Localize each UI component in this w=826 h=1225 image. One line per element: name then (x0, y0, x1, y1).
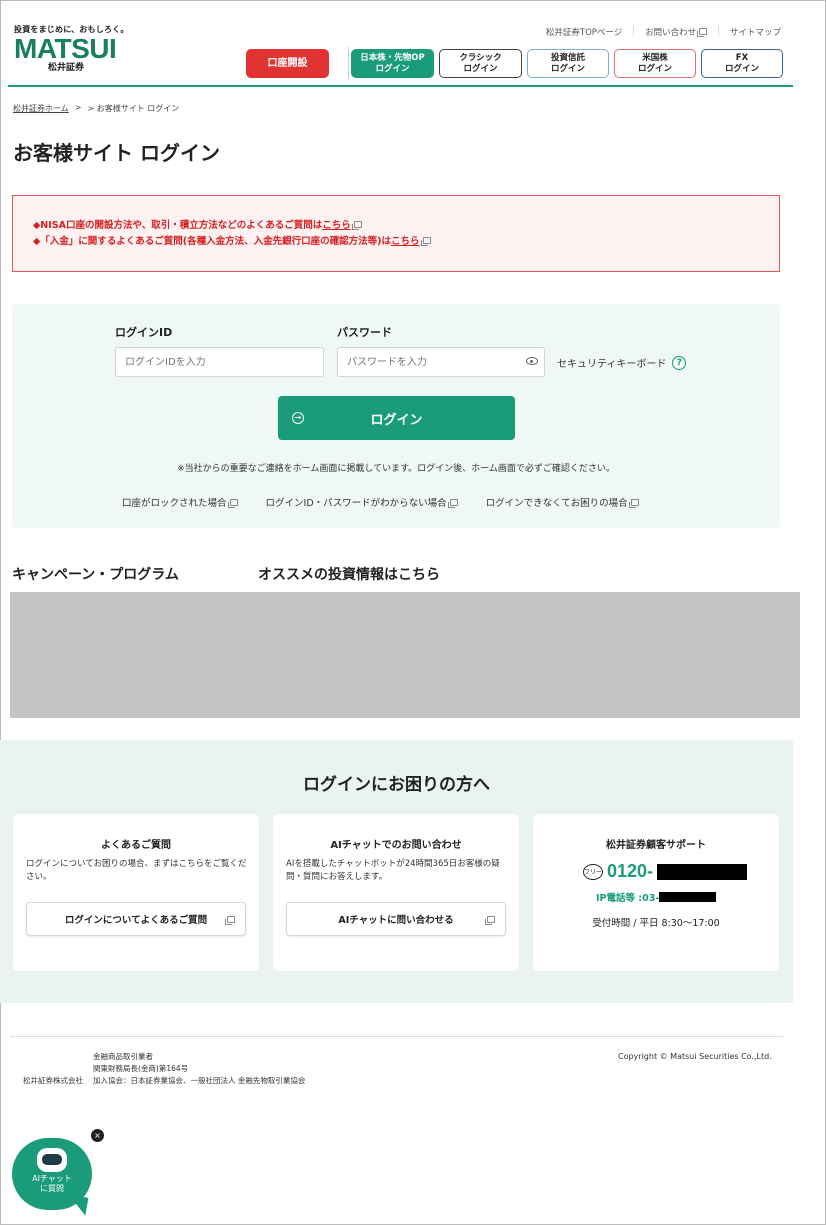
help-icon[interactable]: ? (672, 355, 687, 370)
external-link-icon (447, 499, 458, 508)
support-card-title: 松井証券顧客サポート (606, 840, 706, 851)
faq-button-label: ログインについてよくあるご質問 (64, 915, 208, 926)
support-phone[interactable]: 0120- (607, 861, 653, 882)
faq-card-desc: ログインについてお困りの場合、まずはこちらをご覧ください。 (26, 859, 247, 882)
free-dial-icon: フリー (583, 863, 603, 880)
trust-login-button[interactable]: 投資信託 ログイン (527, 49, 609, 78)
help-link-label: ログインID・パスワードがわからない場合 (265, 498, 447, 509)
footer-divider (10, 1036, 783, 1037)
page-title: お客様サイト ログイン (13, 141, 220, 165)
breadcrumb: 松井証券ホーム > > お客様サイト ログイン (13, 103, 179, 114)
redacted-block (659, 892, 717, 902)
help-link-trouble[interactable]: ログインできなくてお困りの場合 (486, 495, 639, 509)
notice-line-deposit: ◆「入金」に関するよくあるご質問(各種入金方法、入金先銀行口座の確認方法等)はこ… (33, 234, 759, 250)
footer-registration: 金融商品取引業者 関東財務局長(金商)第164号 加入協会：日本証券業協会、一般… (93, 1051, 305, 1087)
redacted-block (657, 863, 748, 880)
top-link-contact-label: お問い合わせ (645, 28, 697, 38)
breadcrumb-current: > お客様サイト ログイン (87, 104, 180, 113)
banner-placeholder (10, 592, 800, 718)
breadcrumb-home[interactable]: 松井証券ホーム (13, 103, 69, 114)
ai-chat-card-title: AIチャットでのお問い合わせ (330, 840, 462, 851)
external-link-icon (420, 237, 431, 246)
fx-login-button[interactable]: FX ログイン (701, 49, 783, 78)
security-keyboard[interactable]: セキュリティキーボード ? (557, 355, 687, 370)
campaign-heading: キャンペーン・プログラム (12, 567, 179, 583)
faq-card: よくあるご質問 ログインについてお困りの場合、まずはこちらをご覧ください。 ログ… (13, 814, 259, 971)
notice-link-deposit[interactable]: こちら (391, 236, 420, 247)
footer-reg-line: 関東財務局長(金商)第164号 (93, 1064, 189, 1073)
logo-brand-jp: 松井証券 (48, 63, 85, 73)
footer-reg-line: 加入協会：日本証券業協会、一般社団法人 金融先物取引業協会 (93, 1076, 306, 1085)
support-card: 松井証券顧客サポート フリー 0120- IP電話等 :03- 受付時間 / 平… (533, 814, 779, 971)
external-link-icon (628, 499, 639, 508)
notice-text: ◆「入金」に関するよくあるご質問(各種入金方法、入金先銀行口座の確認方法等)は (33, 236, 391, 247)
login-help-links: 口座がロックされた場合 ログインID・パスワードがわからない場合 ログインできな… (122, 495, 639, 509)
notice-link-nisa[interactable]: こちら (322, 220, 351, 231)
help-link-label: ログインできなくてお困りの場合 (485, 498, 628, 509)
investment-info-heading: オススメの投資情報はこちら (258, 567, 440, 583)
login-id-input[interactable] (115, 347, 324, 377)
chatbot-label: AIチャット に質問 (32, 1174, 72, 1193)
close-icon[interactable]: × (91, 1129, 104, 1142)
open-account-button[interactable]: 口座開設 (246, 49, 329, 78)
trouble-title: ログインにお困りの方へ (303, 775, 490, 795)
password-field-wrap (337, 347, 545, 377)
classic-login-button[interactable]: クラシック ログイン (439, 49, 522, 78)
jp-stock-login-button[interactable]: 日本株・先物OP ログイン (351, 49, 434, 78)
top-link-sitemap[interactable]: サイトマップ (730, 26, 781, 38)
ai-chatbot-widget[interactable]: AIチャット に質問 (12, 1138, 92, 1216)
site-header: 投資をまじめに、おもしろく。 MATSUI 松井証券 松井証券TOPページ | … (8, 14, 793, 87)
top-links: 松井証券TOPページ | お問い合わせ | サイトマップ (546, 26, 781, 38)
ai-chat-card-desc: AIを搭載したチャットボットが24時間365日お客様の疑問・質問にお答えします。 (286, 859, 500, 882)
password-label: パスワード (337, 326, 392, 339)
nav-buttons: 口座開設 日本株・先物OP ログイン クラシック ログイン 投資信託 ログイン … (246, 49, 783, 78)
external-link-icon (225, 916, 235, 925)
notice-line-nisa: ◆NISA口座の開設方法や、取引・積立方法などのよくあるご質問はこちら (33, 218, 759, 234)
logo-brand: MATSUI (14, 33, 117, 64)
external-link-icon (351, 221, 362, 230)
help-link-label: 口座がロックされた場合 (122, 498, 227, 509)
support-ip-label: IP電話等 :03- (596, 893, 660, 904)
ai-chat-button[interactable]: AIチャットに問い合わせる (286, 902, 506, 936)
login-trouble-section: ログインにお困りの方へ よくあるご質問 ログインについてお困りの場合、まずはこち… (0, 740, 793, 1003)
footer-copyright: Copyright © Matsui Securities Co.,Ltd. (618, 1052, 772, 1061)
login-arrow-icon: → (292, 412, 304, 424)
login-panel: ログインID パスワード セキュリティキーボード ? → ログイン ※当社からの… (12, 304, 780, 528)
password-input[interactable] (337, 347, 545, 377)
login-id-label: ログインID (115, 326, 173, 339)
login-note: ※当社からの重要なご連絡をホーム画面に掲載しています。ログイン後、ホーム画面で必… (177, 464, 615, 474)
notice-text: ◆NISA口座の開設方法や、取引・積立方法などのよくあるご質問は (33, 220, 323, 231)
login-button[interactable]: → ログイン (278, 396, 515, 440)
support-ip-phone: IP電話等 :03- (596, 890, 717, 904)
divider: | (717, 26, 720, 36)
external-link-icon (227, 499, 238, 508)
top-link-contact[interactable]: お問い合わせ (645, 26, 708, 38)
top-link-home[interactable]: 松井証券TOPページ (546, 26, 622, 38)
robot-icon (37, 1148, 67, 1172)
eye-icon[interactable] (526, 357, 538, 365)
footer-company: 松井証券株式会社 (23, 1076, 83, 1085)
footer-reg-line: 金融商品取引業者 (93, 1052, 153, 1061)
help-link-locked[interactable]: 口座がロックされた場合 (122, 495, 238, 509)
help-link-forgot[interactable]: ログインID・パスワードがわからない場合 (266, 495, 458, 509)
faq-card-title: よくあるご質問 (101, 840, 171, 851)
ai-chat-card: AIチャットでのお問い合わせ AIを搭載したチャットボットが24時間365日お客… (273, 814, 519, 971)
notice-box: ◆NISA口座の開設方法や、取引・積立方法などのよくあるご質問はこちら ◆「入金… (12, 195, 780, 272)
external-link-icon (697, 28, 708, 37)
security-keyboard-label: セキュリティキーボード (557, 359, 667, 370)
external-link-icon (485, 916, 495, 925)
support-hours: 受付時間 / 平日 8:30〜17:00 (592, 918, 720, 929)
divider: | (632, 26, 636, 36)
support-phone-row: フリー 0120- (583, 861, 748, 882)
us-stock-login-button[interactable]: 米国株 ログイン (614, 49, 696, 78)
ai-chat-button-label: AIチャットに問い合わせる (338, 915, 454, 926)
login-button-label: ログイン (370, 412, 423, 428)
faq-button[interactable]: ログインについてよくあるご質問 (26, 902, 246, 936)
breadcrumb-sep: > (74, 103, 82, 112)
matsui-logo[interactable]: 投資をまじめに、おもしろく。 MATSUI 松井証券 (14, 24, 134, 73)
